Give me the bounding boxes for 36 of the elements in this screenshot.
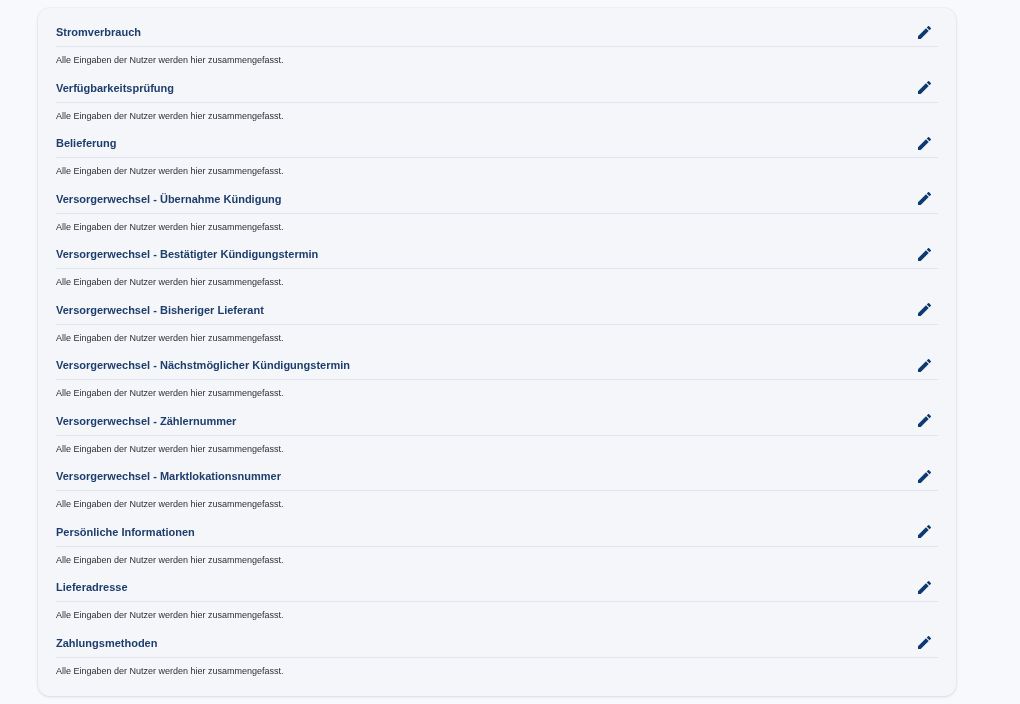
section-title: Persönliche Informationen [56,525,195,538]
section-description: Alle Eingaben der Nutzer werden hier zusammengefasst. [56,554,284,565]
section-title: Stromverbrauch [56,26,141,38]
section-title: Versorgerwechsel - Bestätigter Kündigungstermin [56,248,319,260]
section-description: Alle Eingaben der Nutzer werden hier zusammengefasst. [56,332,284,343]
section-description: Alle Eingaben der Nutzer werden hier zusammengefasst. [56,221,284,232]
section-title: Versorgerwechsel - Bisheriger Lieferant [56,303,264,316]
section-title: Versorgerwechsel - Übernahme Kündigung [56,192,282,205]
edit-icon[interactable] [918,414,931,427]
edit-icon[interactable] [918,636,931,649]
edit-icon[interactable] [918,192,931,205]
section-title: Versorgerwechsel - Marktlokationsnummer [56,470,281,482]
edit-icon[interactable] [918,469,931,483]
section-description: Alle Eingaben der Nutzer werden hier zusammengefasst. [56,110,284,121]
edit-icon[interactable] [918,136,931,150]
section-title: Versorgerwechsel - Nächstmöglicher Kündigungstermin [56,359,350,371]
section-title: Versorgerwechsel - Zählernummer [56,414,237,427]
edit-icon[interactable] [918,81,931,94]
section-description: Alle Eingaben der Nutzer werden hier zusammengefasst. [56,388,284,399]
section-description: Alle Eingaben der Nutzer werden hier zusammengefasst. [56,443,284,454]
section-description: Alle Eingaben der Nutzer werden hier zusammengefasst. [56,55,284,66]
section-description: Alle Eingaben der Nutzer werden hier zusammengefasst. [56,499,284,510]
edit-icon[interactable] [918,358,931,372]
edit-icon[interactable] [918,525,931,538]
section-title: Belieferung [56,137,117,149]
section-description: Alle Eingaben der Nutzer werden hier zusammengefasst. [56,610,284,621]
section-description: Alle Eingaben der Nutzer werden hier zusammengefasst. [56,277,284,288]
edit-icon[interactable] [918,580,931,594]
section-description: Alle Eingaben der Nutzer werden hier zusammengefasst. [56,665,284,676]
section-title: Verfügbarkeitsprüfung [56,81,174,94]
edit-icon[interactable] [918,303,931,316]
edit-icon[interactable] [918,25,931,39]
section-title: Lieferadresse [56,581,128,593]
section-title: Zahlungsmethoden [56,636,158,649]
section-description: Alle Eingaben der Nutzer werden hier zusammengefasst. [56,166,284,177]
edit-icon[interactable] [918,247,931,261]
